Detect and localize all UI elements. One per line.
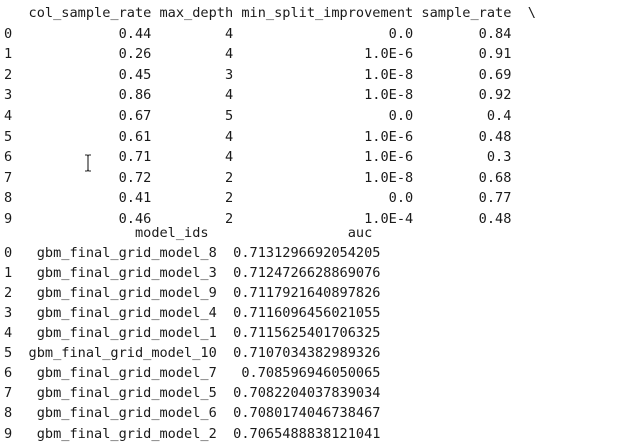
auc-table-header: model_ids auc — [4, 223, 372, 244]
auc-row: 9 gbm_final_grid_model_2 0.7065488838121… — [4, 424, 380, 444]
auc-row: 3 gbm_final_grid_model_4 0.7116096456021… — [4, 303, 380, 324]
hyperparams-row: 2 0.45 3 1.0E-8 0.69 — [4, 65, 536, 86]
text-cursor-icon — [83, 154, 93, 172]
auc-row: 4 gbm_final_grid_model_1 0.7115625401706… — [4, 323, 380, 344]
hyperparams-row: 0 0.44 4 0.0 0.84 — [4, 24, 536, 45]
auc-row: 8 gbm_final_grid_model_6 0.7080174046738… — [4, 403, 380, 424]
hyperparams-table-header: col_sample_rate max_depth min_split_impr… — [4, 3, 536, 24]
hyperparams-row: 5 0.61 4 1.0E-6 0.48 — [4, 127, 536, 148]
notebook-output: col_sample_rate max_depth min_split_impr… — [0, 0, 619, 423]
hyperparams-row: 3 0.86 4 1.0E-8 0.92 — [4, 85, 536, 106]
hyperparams-row: 8 0.41 2 0.0 0.77 — [4, 188, 536, 209]
auc-row: 6 gbm_final_grid_model_7 0.7085969460500… — [4, 363, 380, 384]
auc-row: 2 gbm_final_grid_model_9 0.7117921640897… — [4, 283, 380, 304]
auc-row: 0 gbm_final_grid_model_8 0.7131296692054… — [4, 243, 380, 264]
auc-row: 5 gbm_final_grid_model_10 0.710703438298… — [4, 343, 380, 364]
auc-row: 1 gbm_final_grid_model_3 0.7124726628869… — [4, 263, 380, 284]
hyperparams-row: 1 0.26 4 1.0E-6 0.91 — [4, 44, 536, 65]
hyperparams-row: 4 0.67 5 0.0 0.4 — [4, 106, 536, 127]
auc-row: 7 gbm_final_grid_model_5 0.7082204037839… — [4, 383, 380, 404]
